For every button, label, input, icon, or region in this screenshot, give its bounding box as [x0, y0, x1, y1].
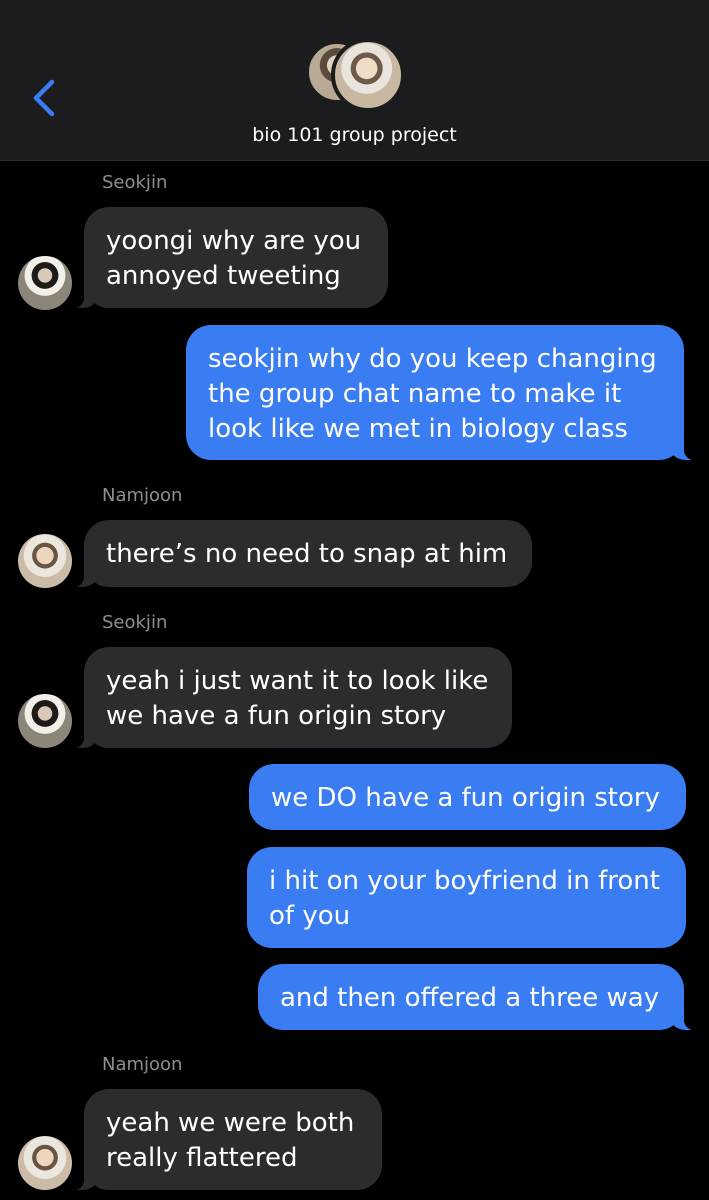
incoming-message-bubble[interactable]: yeah we were both really flattered	[72, 1089, 382, 1190]
message-line: yoongi why are you	[106, 226, 362, 256]
group-member-avatar	[331, 38, 405, 112]
message-line: of you	[269, 901, 351, 931]
outgoing-message-bubble[interactable]: seokjin why do you keep changing the gro…	[186, 325, 696, 460]
chevron-left-icon	[33, 79, 55, 117]
back-button[interactable]	[28, 76, 62, 120]
message-line: seokjin why do you keep changing	[208, 344, 657, 374]
avatar[interactable]	[18, 534, 72, 588]
message-line: annoyed tweeting	[106, 261, 341, 291]
message-line: the group chat name to make it	[208, 379, 622, 409]
message-line: we DO have a fun origin story	[271, 783, 660, 813]
message-line: really flattered	[106, 1143, 298, 1173]
outgoing-message-bubble[interactable]: and then offered a three way	[258, 964, 696, 1030]
message-line: yeah i just want it to look like	[106, 666, 489, 696]
sender-name: Seokjin	[102, 172, 168, 193]
avatar[interactable]	[18, 1136, 72, 1190]
message-line: we have a fun origin story	[106, 701, 447, 731]
conversation-header: bio 101 group project	[0, 0, 709, 161]
message-line: yeah we were both	[106, 1108, 355, 1138]
incoming-message-bubble[interactable]: there’s no need to snap at him	[72, 520, 532, 587]
sender-name: Namjoon	[102, 485, 183, 506]
message-line: i hit on your boyfriend in front	[269, 866, 660, 896]
group-avatar[interactable]	[305, 38, 405, 116]
message-line: there’s no need to snap at him	[106, 539, 508, 569]
incoming-message-bubble[interactable]: yoongi why are you annoyed tweeting	[72, 207, 388, 308]
outgoing-message-bubble[interactable]: i hit on your boyfriend in front of you	[247, 847, 686, 948]
message-line: and then offered a three way	[280, 983, 660, 1013]
message-line: look like we met in biology class	[208, 414, 628, 444]
incoming-message-bubble[interactable]: yeah i just want it to look like we have…	[72, 647, 512, 748]
avatar[interactable]	[18, 694, 72, 748]
group-chat-name[interactable]: bio 101 group project	[0, 124, 709, 146]
avatar[interactable]	[18, 256, 72, 310]
sender-name: Namjoon	[102, 1054, 183, 1075]
outgoing-message-bubble[interactable]: we DO have a fun origin story	[249, 764, 686, 830]
sender-name: Seokjin	[102, 612, 168, 633]
